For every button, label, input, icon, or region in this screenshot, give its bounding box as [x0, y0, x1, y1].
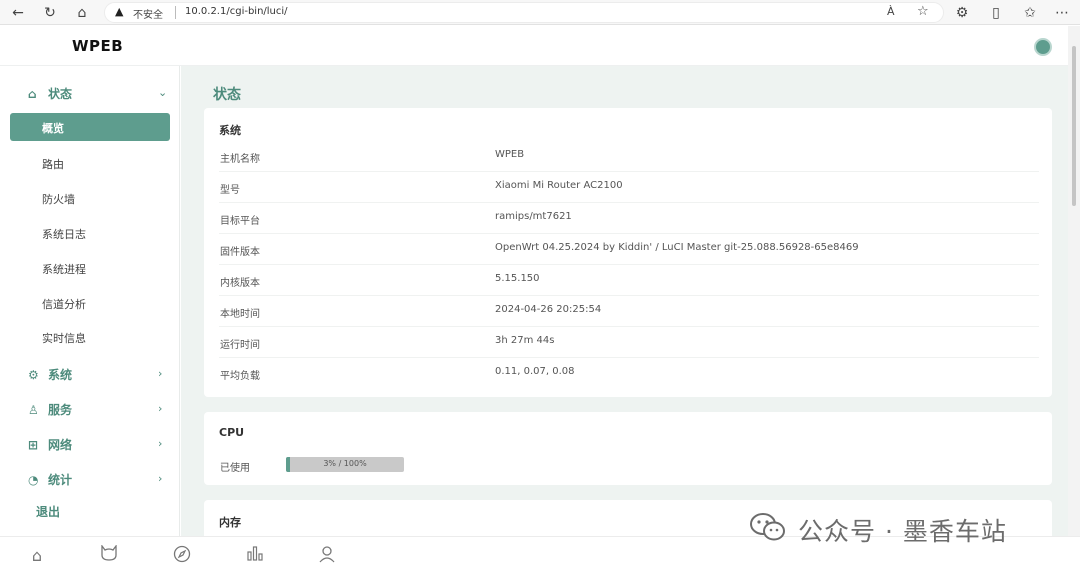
sidebar-item-routes[interactable]: 路由 [42, 156, 64, 172]
sidebar-item-channel-analysis[interactable]: 信道分析 [42, 296, 86, 312]
sidebar-group-system[interactable]: ⚙ 系统 [28, 366, 72, 383]
card-title: 内存 [219, 516, 241, 529]
card-title: 系统 [219, 124, 241, 137]
sidebar-group-label: 统计 [48, 473, 73, 487]
row-value: Xiaomi Mi Router AC2100 [495, 180, 623, 191]
main-content: 状态 系统 主机名称 WPEB 型号 Xiaomi Mi Router AC21… [181, 66, 1068, 536]
chevron-right-icon[interactable]: › [158, 472, 162, 485]
sidebar-item-label: 概览 [42, 122, 64, 135]
row-key: 固件版本 [220, 247, 260, 258]
chevron-down-icon[interactable]: ⌄ [158, 86, 167, 99]
home-icon[interactable]: ⌂ [26, 545, 48, 567]
table-row: 本地时间 2024-04-26 20:25:54 [219, 296, 1039, 327]
table-row: 内核版本 5.15.150 [219, 265, 1039, 296]
row-key: 目标平台 [220, 216, 260, 227]
compass-icon[interactable] [171, 545, 193, 567]
row-key: 运行时间 [220, 340, 260, 351]
wechat-logo-svg [750, 513, 785, 541]
row-value: 2024-04-26 20:25:54 [495, 304, 602, 315]
table-row: 固件版本 OpenWrt 04.25.2024 by Kiddin' / LuC… [219, 234, 1039, 265]
page-title: 状态 [213, 87, 241, 103]
url-text[interactable]: 10.0.2.1/cgi-bin/luci/ [185, 6, 288, 17]
row-key: 型号 [220, 185, 240, 196]
logout-link[interactable]: 退出 [36, 503, 60, 520]
address-bar[interactable]: ▲ 不安全 10.0.2.1/cgi-bin/luci/ À ☆ [104, 2, 944, 23]
user-svg [319, 546, 335, 563]
bar-chart-svg [247, 546, 263, 561]
cpu-progress-bar: 3% / 100% [286, 457, 404, 472]
system-card: 系统 主机名称 WPEB 型号 Xiaomi Mi Router AC2100 … [204, 108, 1052, 397]
watermark-text: 公众号 · 墨香车站 [798, 517, 1007, 546]
cat-face-svg [101, 544, 117, 561]
row-key: 平均负载 [220, 371, 260, 382]
cpu-card: CPU 已使用 3% / 100% [204, 412, 1052, 485]
table-row: 主机名称 WPEB [219, 141, 1039, 172]
sidebar-group-label: 网络 [48, 438, 73, 452]
sidebar-item-system-log[interactable]: 系统日志 [42, 226, 86, 242]
chevron-right-icon[interactable]: › [158, 437, 162, 450]
sidebar-item-processes[interactable]: 系统进程 [42, 261, 86, 277]
sidebar: ⌂ 状态 ⌄ 概览 路由 防火墙 系统日志 系统进程 信道分析 实时信息 ⚙ 系统 … [0, 66, 180, 536]
row-value: 3h 27m 44s [495, 335, 555, 346]
sidebar-group-network[interactable]: ⊞ 网络 [28, 436, 72, 453]
brand-logo[interactable]: WPEB [72, 37, 123, 55]
compass-svg [173, 545, 191, 563]
card-title: CPU [219, 426, 245, 439]
sidebar-group-statistics[interactable]: ◔ 统计 [28, 471, 72, 488]
read-aloud-icon[interactable]: À [887, 5, 895, 18]
sidebar-group-services[interactable]: ♙ 服务 [28, 401, 72, 418]
row-value: WPEB [495, 149, 525, 160]
row-value: ramips/mt7621 [495, 211, 572, 222]
row-value: 5.15.150 [495, 273, 540, 284]
bar-chart-icon[interactable] [244, 545, 266, 567]
sidebar-group-label: 服务 [48, 403, 73, 417]
cat-face-icon[interactable] [98, 544, 120, 567]
chevron-right-icon[interactable]: › [158, 367, 162, 380]
sidebar-item-realtime[interactable]: 实时信息 [42, 330, 86, 346]
user-service-icon: ♙ [28, 403, 39, 417]
warning-icon: ▲ [115, 5, 124, 18]
row-key: 本地时间 [220, 309, 260, 320]
refresh-icon[interactable]: ↻ [40, 3, 60, 23]
sidebar-group-status[interactable]: ⌂ 状态 [28, 85, 72, 102]
sidebar-group-label: 系统 [48, 368, 73, 382]
home-icon[interactable]: ⌂ [72, 3, 92, 23]
insecure-label: 不安全 [133, 10, 163, 21]
gear-icon: ⚙ [28, 368, 39, 382]
row-value: OpenWrt 04.25.2024 by Kiddin' / LuCI Mas… [495, 242, 859, 253]
favorites-icon[interactable]: ✩ [1020, 3, 1040, 23]
address-separator [175, 6, 176, 19]
table-row: 平均负载 0.11, 0.07, 0.08 [219, 358, 1039, 389]
sidebar-item-overview[interactable]: 概览 [10, 113, 170, 141]
network-icon: ⊞ [28, 438, 39, 452]
extensions-icon[interactable]: ⚙ [952, 3, 972, 23]
browser-toolbar: ← ↻ ⌂ ▲ 不安全 10.0.2.1/cgi-bin/luci/ À ☆ … [0, 0, 1080, 25]
wechat-logo-icon [748, 512, 788, 542]
row-key: 内核版本 [220, 278, 260, 289]
home-outline-icon: ⌂ [28, 87, 37, 101]
chevron-right-icon[interactable]: › [158, 402, 162, 415]
sidebar-group-label: 状态 [48, 87, 73, 101]
back-icon[interactable]: ← [8, 3, 28, 23]
sidebar-item-firewall[interactable]: 防火墙 [42, 191, 75, 207]
page-scrollbar[interactable] [1068, 26, 1080, 536]
pie-chart-icon: ◔ [28, 473, 39, 487]
table-row: 运行时间 3h 27m 44s [219, 327, 1039, 358]
cpu-used-label: 已使用 [220, 463, 250, 474]
favorite-star-icon[interactable]: ☆ [917, 4, 929, 19]
table-row: 目标平台 ramips/mt7621 [219, 203, 1039, 234]
user-icon[interactable] [316, 545, 338, 567]
more-menu-icon[interactable]: ⋯ [1052, 3, 1072, 23]
table-row: 型号 Xiaomi Mi Router AC2100 [219, 172, 1039, 203]
app-header: WPEB [0, 26, 1068, 66]
split-screen-icon[interactable]: ▯ [986, 3, 1006, 23]
cpu-usage-text: 3% / 100% [323, 459, 367, 468]
scrollbar-thumb[interactable] [1072, 46, 1076, 206]
user-avatar-icon[interactable] [1034, 38, 1052, 56]
row-key: 主机名称 [220, 154, 260, 165]
row-value: 0.11, 0.07, 0.08 [495, 366, 575, 377]
